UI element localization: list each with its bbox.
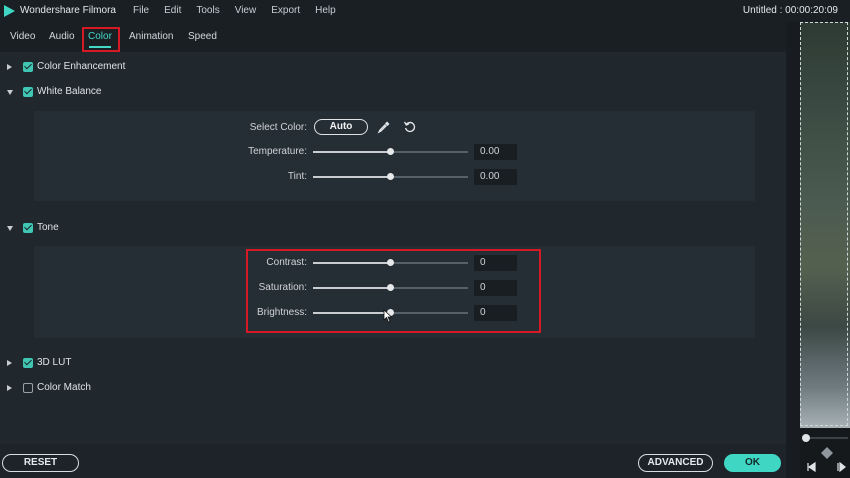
playhead-handle[interactable]	[802, 434, 810, 442]
3d-lut-checkbox[interactable]	[23, 358, 33, 368]
diamond-icon	[821, 447, 833, 459]
collapse-caret-icon[interactable]	[7, 90, 13, 95]
section-label: Color Enhancement	[37, 61, 126, 72]
tab-video[interactable]: Video	[10, 31, 35, 42]
color-enhancement-checkbox[interactable]	[23, 62, 33, 72]
expand-caret-icon[interactable]	[7, 64, 12, 70]
expand-caret-icon[interactable]	[7, 360, 12, 366]
section-label: Tone	[37, 222, 59, 233]
footer-bar: RESET ADVANCED OK	[0, 444, 786, 478]
menu-help[interactable]: Help	[315, 5, 336, 16]
section-tone[interactable]: Tone	[0, 220, 300, 236]
tab-speed[interactable]: Speed	[188, 31, 217, 42]
reset-icon[interactable]	[403, 120, 417, 134]
auto-button[interactable]: Auto	[314, 119, 368, 135]
tint-label: Tint:	[287, 171, 307, 182]
expand-caret-icon[interactable]	[7, 385, 12, 391]
slider-fill	[313, 176, 391, 178]
reset-button[interactable]: RESET	[2, 454, 79, 472]
temperature-value[interactable]: 0.00	[474, 144, 517, 160]
slider-thumb[interactable]	[387, 148, 394, 155]
title-bar: Wondershare Filmora File Edit Tools View…	[0, 0, 850, 22]
color-tab-highlight-box	[82, 27, 120, 52]
panel-scrollbar[interactable]	[786, 22, 800, 478]
slider-fill	[313, 151, 391, 153]
menu-tools[interactable]: Tools	[196, 5, 219, 16]
preview-controls	[800, 428, 850, 478]
prev-frame-icon[interactable]	[806, 462, 816, 472]
color-match-checkbox[interactable]	[23, 383, 33, 393]
section-3d-lut[interactable]: 3D LUT	[0, 355, 300, 371]
preview-crop-frame[interactable]	[800, 22, 848, 426]
document-title: Untitled : 00:00:20:09	[742, 5, 838, 16]
menu-view[interactable]: View	[235, 5, 257, 16]
tint-slider[interactable]	[313, 173, 468, 180]
collapse-caret-icon[interactable]	[7, 226, 13, 231]
app-title: Wondershare Filmora	[20, 5, 116, 16]
play-icon[interactable]	[836, 462, 846, 472]
temperature-label: Temperature:	[248, 146, 307, 157]
ok-button[interactable]: OK	[724, 454, 781, 472]
section-label: 3D LUT	[37, 357, 72, 368]
slider-thumb[interactable]	[387, 173, 394, 180]
filmora-logo-icon	[4, 5, 15, 17]
tint-value[interactable]: 0.00	[474, 169, 517, 185]
section-label: Color Match	[37, 382, 91, 393]
menu-bar: File Edit Tools View Export Help	[133, 5, 351, 16]
tone-checkbox[interactable]	[23, 223, 33, 233]
tone-sliders-highlight-box	[246, 249, 541, 333]
white-balance-checkbox[interactable]	[23, 87, 33, 97]
tab-animation[interactable]: Animation	[129, 31, 173, 42]
select-color-label: Select Color:	[249, 122, 307, 133]
section-label: White Balance	[37, 86, 102, 97]
eyedropper-icon[interactable]	[377, 120, 391, 134]
menu-file[interactable]: File	[133, 5, 149, 16]
tab-audio[interactable]: Audio	[49, 31, 75, 42]
section-color-enhancement[interactable]: Color Enhancement	[0, 59, 300, 75]
section-color-match[interactable]: Color Match	[0, 380, 300, 396]
white-balance-controls: Select Color: Auto Temperature: 0.00 Tin…	[34, 111, 755, 201]
section-white-balance[interactable]: White Balance	[0, 84, 300, 100]
menu-export[interactable]: Export	[271, 5, 300, 16]
temperature-slider[interactable]	[313, 148, 468, 155]
advanced-button[interactable]: ADVANCED	[638, 454, 713, 472]
menu-edit[interactable]: Edit	[164, 5, 181, 16]
